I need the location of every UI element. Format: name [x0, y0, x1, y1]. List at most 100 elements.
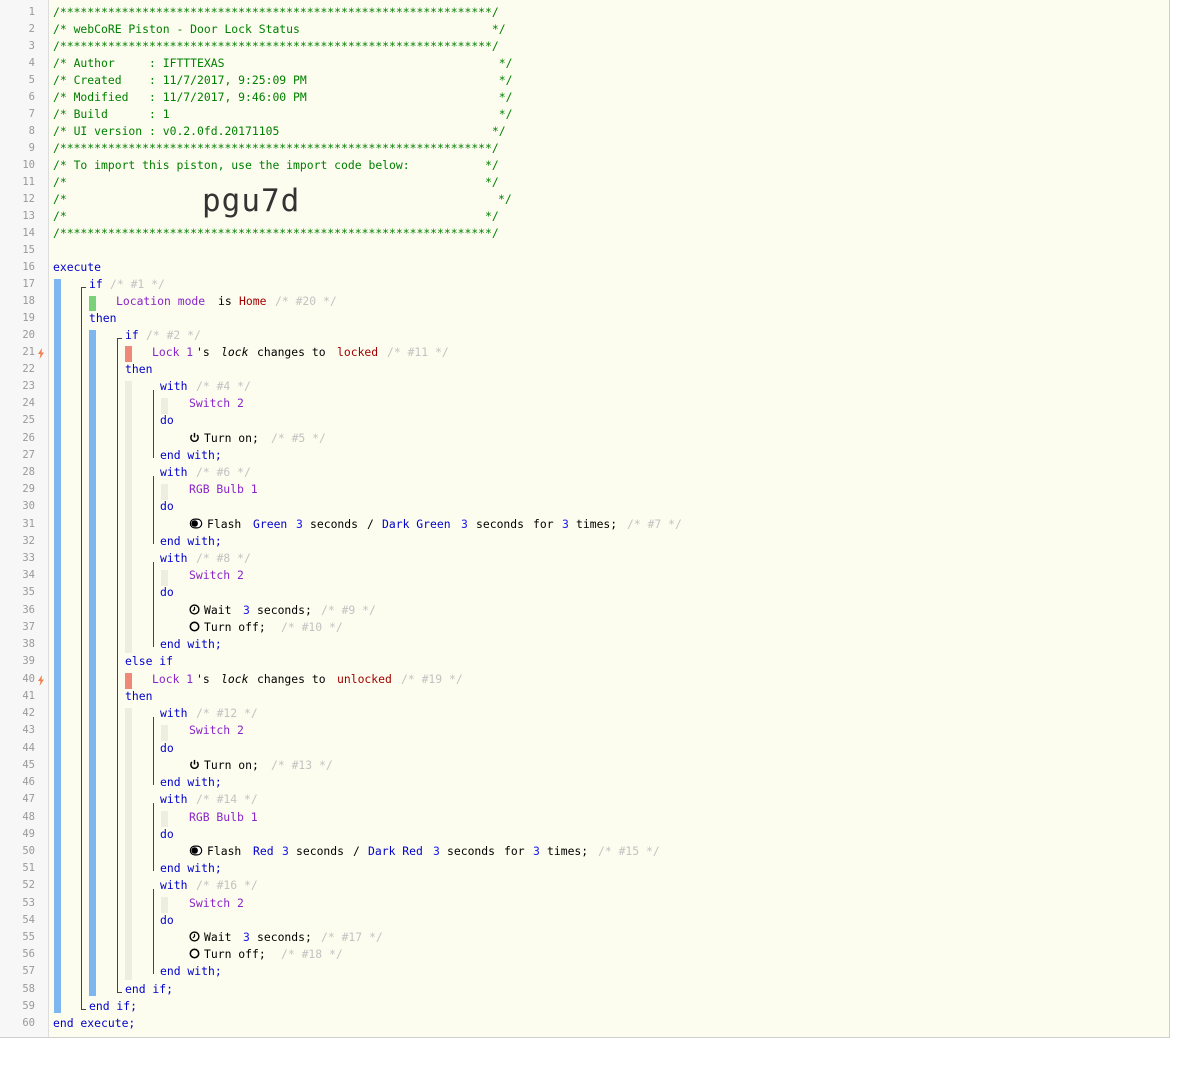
keyword-end-if[interactable]: end if; — [125, 981, 173, 998]
line-number: 22 — [22, 363, 35, 375]
flash-color[interactable]: Red — [253, 843, 274, 860]
keyword-else-if[interactable]: else if — [125, 653, 173, 670]
keyword-end-with[interactable]: end with; — [160, 963, 222, 980]
line-number: 46 — [22, 776, 35, 788]
keyword-if[interactable]: if — [125, 327, 139, 344]
power-icon — [190, 759, 199, 769]
comment-id: /* #4 */ — [196, 379, 251, 393]
code-line: Flash Green 3 seconds / Dark Green 3 sec… — [0, 516, 682, 533]
comment-id: /* #12 */ — [196, 706, 258, 720]
flash-color-2[interactable]: Dark Green — [382, 516, 451, 533]
device-name[interactable]: Switch 2 — [189, 567, 244, 584]
header-border: /***************************************… — [53, 226, 499, 240]
header-created: /* Created : 11/7/2017, 9:25:09 PM */ — [53, 73, 513, 87]
flash-duration[interactable]: 3 — [296, 516, 303, 533]
import-code[interactable]: pgu7d — [202, 182, 300, 220]
keyword-end-with[interactable]: end with; — [160, 636, 222, 653]
device-name[interactable]: RGB Bulb 1 — [189, 809, 258, 826]
device-name[interactable]: RGB Bulb 1 — [189, 481, 258, 498]
keyword-then[interactable]: then — [89, 310, 116, 327]
flash-color[interactable]: Green — [253, 516, 287, 533]
keyword-do[interactable]: do — [160, 740, 174, 757]
for-label: for — [533, 517, 554, 531]
action-turn-on[interactable]: Turn on; — [189, 757, 259, 774]
clock-icon — [189, 604, 200, 615]
condition-value[interactable]: locked — [337, 344, 378, 361]
slash: / — [353, 844, 360, 858]
flash-duration[interactable]: 3 — [282, 843, 289, 860]
device-name[interactable]: Switch 2 — [189, 722, 244, 739]
line-number: 15 — [22, 244, 35, 256]
condition-attribute: lock — [221, 345, 249, 359]
condition-subject[interactable]: Location mode — [116, 293, 205, 310]
line-number: 1 — [28, 6, 35, 18]
wait-duration[interactable]: 3 — [243, 929, 250, 946]
action-turn-off[interactable]: Turn off; — [189, 619, 266, 636]
line-number: 21 — [22, 346, 35, 358]
keyword-with[interactable]: with — [160, 791, 187, 808]
comment-id: /* #17 */ — [321, 930, 383, 944]
piston-viewer: 1 2 3 4 5 6 7 8 9 10 11 12 13 14 15 16 17 18 19 20 21 22 23 24 2… — [0, 0, 1170, 1038]
flash-duration-2[interactable]: 3 — [433, 843, 440, 860]
circle-icon — [189, 948, 200, 959]
keyword-end-execute[interactable]: end execute; — [53, 1015, 135, 1032]
device-name[interactable]: Switch 2 — [189, 395, 244, 412]
keyword-end-with[interactable]: end with; — [160, 774, 222, 791]
keyword-do[interactable]: do — [160, 498, 174, 515]
line-number: 27 — [22, 449, 35, 461]
line-number: 23 — [22, 380, 35, 392]
times-label: times; — [547, 844, 589, 858]
keyword-with[interactable]: with — [160, 705, 187, 722]
flash-duration-2[interactable]: 3 — [461, 516, 468, 533]
keyword-then[interactable]: then — [125, 688, 152, 705]
keyword-if[interactable]: if — [89, 276, 103, 293]
action-flash[interactable]: Flash — [189, 843, 241, 860]
keyword-then[interactable]: then — [125, 361, 152, 378]
action-turn-off[interactable]: Turn off; — [189, 946, 266, 963]
line-number: 4 — [28, 57, 35, 69]
keyword-execute[interactable]: execute — [53, 259, 101, 276]
action-label: Turn on; — [204, 758, 259, 772]
keyword-do[interactable]: do — [160, 912, 174, 929]
action-flash[interactable]: Flash — [189, 516, 241, 533]
flash-count[interactable]: 3 — [533, 843, 540, 860]
device-name[interactable]: Switch 2 — [189, 895, 244, 912]
line-number: 26 — [22, 432, 35, 444]
keyword-end-with[interactable]: end with; — [160, 533, 222, 550]
keyword-end-if[interactable]: end if; — [89, 998, 137, 1015]
keyword-do[interactable]: do — [160, 584, 174, 601]
keyword-with[interactable]: with — [160, 550, 187, 567]
action-label: Flash — [207, 517, 242, 531]
seconds-label: seconds; — [257, 930, 312, 944]
keyword-end-with[interactable]: end with; — [160, 860, 222, 877]
keyword-with[interactable]: with — [160, 464, 187, 481]
action-wait[interactable]: Wait — [189, 929, 231, 946]
keyword-with[interactable]: with — [160, 378, 187, 395]
keyword-do[interactable]: do — [160, 412, 174, 429]
keyword-do[interactable]: do — [160, 826, 174, 843]
keyword-with[interactable]: with — [160, 877, 187, 894]
condition-value[interactable]: Home — [239, 293, 266, 310]
flash-color-2[interactable]: Dark Red — [368, 843, 423, 860]
action-wait[interactable]: Wait — [189, 602, 231, 619]
toggle-icon — [189, 518, 203, 529]
condition-operator: changes to — [257, 672, 326, 686]
header-ui-version: /* UI version : v0.2.0fd.20171105 */ — [53, 124, 506, 138]
keyword-end-with[interactable]: end with; — [160, 447, 222, 464]
comment-id: /* #1 */ — [110, 277, 165, 291]
condition-device[interactable]: Lock 1 — [152, 671, 193, 688]
wait-duration[interactable]: 3 — [243, 602, 250, 619]
condition-device[interactable]: Lock 1 — [152, 344, 193, 361]
line-number: 19 — [22, 312, 35, 324]
action-turn-on[interactable]: Turn on; — [189, 430, 259, 447]
comment-id: /* #11 */ — [387, 345, 449, 359]
clock-icon — [189, 931, 200, 942]
header-build: /* Build : 1 */ — [53, 107, 513, 121]
flash-count[interactable]: 3 — [562, 516, 569, 533]
line-number: 7 — [28, 108, 35, 120]
condition-value[interactable]: unlocked — [337, 671, 392, 688]
line-number: 17 — [22, 278, 35, 290]
toggle-icon — [189, 845, 203, 856]
header-border: /***************************************… — [53, 5, 499, 19]
header-import: /* To import this piston, use the import… — [53, 158, 499, 172]
